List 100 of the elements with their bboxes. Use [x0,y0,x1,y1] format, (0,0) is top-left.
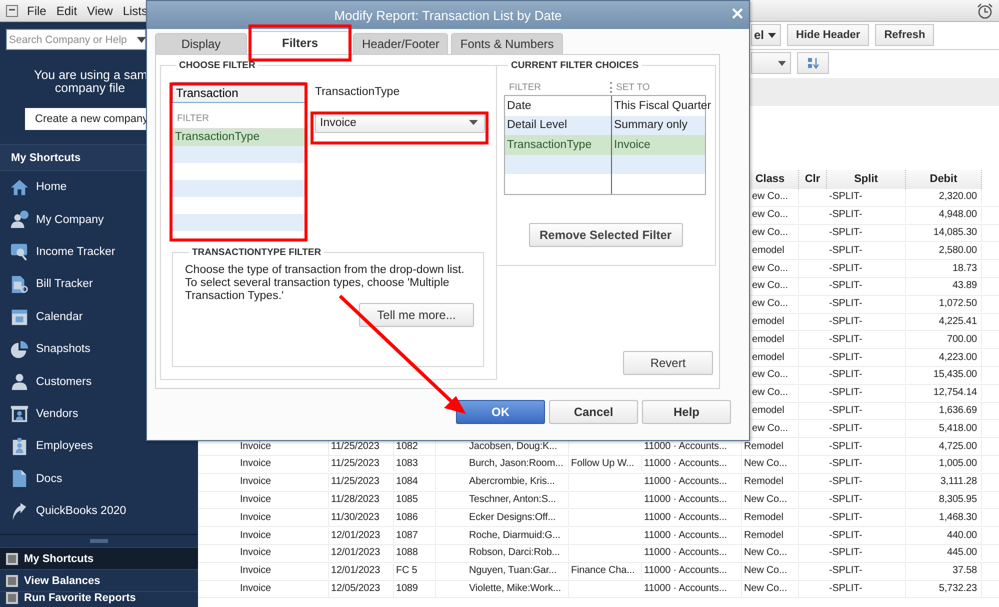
shortcut-item[interactable]: My Company [0,203,198,236]
table-cell: -SPLIT- [827,260,906,277]
shortcut-label: Home [36,181,67,194]
nav-item[interactable]: My Shortcuts [0,547,198,569]
window-icon [6,4,18,16]
column-header[interactable]: Debit [906,170,982,189]
table-cell: 1083 [394,456,436,472]
person-icon [10,372,29,392]
table-cell: 15,435.00 [906,367,982,384]
table-cell: 11000 · Accounts... [642,563,742,580]
column-header: SET TO [610,82,707,92]
tab[interactable]: Filters [250,31,350,54]
table-cell: -SPLIT- [827,189,906,206]
create-company-button[interactable]: Create a new company [25,108,146,130]
report-dropdown[interactable]: el [751,24,782,46]
shortcut-label: Calendar [36,310,83,323]
refresh-button[interactable]: Refresh [875,24,934,46]
badge-icon [10,436,29,456]
sort-button[interactable] [797,52,829,74]
tab[interactable]: Fonts & Numbers [451,33,563,54]
field-label: TransactionType [315,86,401,98]
table-cell: Follow Up W... [569,456,642,472]
shortcut-item[interactable]: QuickBooks 2020 [0,494,198,528]
arrow-icon [10,502,29,521]
table-cell: 3,111.28 [906,474,982,490]
shortcut-item[interactable]: Snapshots [0,332,198,366]
table-cell: 11/25/2023 [329,456,394,472]
table-cell: -SPLIT- [827,545,906,562]
table-cell: 11000 · Accounts... [642,545,742,562]
table-cell: -SPLIT- [827,296,906,312]
table-cell: Invoice [238,510,329,526]
group-title: TRANSACTIONTYPE FILTER [191,247,322,258]
shortcut-label: Vendors [36,408,78,420]
shortcut-item[interactable]: Customers [0,365,198,398]
table-cell: 12/01/2023 [329,563,394,580]
table-cell: 4,725.00 [906,438,982,455]
table-cell: -SPLIT- [827,492,906,508]
table-cell: 5,732.23 [906,580,982,597]
ok-button[interactable]: OK [456,400,545,424]
table-cell: Invoice [238,456,329,472]
table-cell: 12/01/2023 [329,545,394,562]
table-cell: -SPLIT- [827,438,906,455]
tell-me-more-button[interactable]: Tell me more... [359,303,474,327]
table-cell: -SPLIT- [827,207,906,224]
table-cell: 11/30/2023 [329,510,394,526]
shortcut-item[interactable]: Vendors [0,398,198,430]
menu-item[interactable]: View [82,4,118,18]
grip-icon [90,539,108,543]
table-cell: -SPLIT- [827,242,906,259]
filter-list-item[interactable]: TransactionType [172,129,306,146]
search-field[interactable]: Search Company or Help [6,29,146,50]
shortcut-item[interactable]: Home [0,171,198,204]
help-button[interactable]: Help [642,400,731,424]
column-header[interactable]: Clr [799,170,827,189]
table-cell: Remodel [742,510,799,526]
table-cell: New Co... [742,563,799,580]
shortcut-item[interactable]: Docs [0,462,198,495]
nav-item[interactable]: Run Favorite Reports [0,591,198,607]
filter-row[interactable]: TransactionType Invoice [505,135,705,155]
table-cell: Nguyen, Tuan:Gar... [467,563,569,580]
hide-header-button[interactable]: Hide Header [787,24,870,46]
shortcut-label: Income Tracker [36,246,116,258]
table-cell: 1087 [394,528,436,544]
table-cell: Invoice [238,492,329,508]
caret-icon [469,120,478,125]
shortcut-item[interactable]: Employees [0,430,198,463]
table-cell: Burch, Jason:Room... [467,456,569,472]
shortcut-item[interactable]: Calendar [0,300,198,333]
table-cell: 2,320.00 [906,189,982,206]
filter-row[interactable]: Detail Level Summary only [505,116,705,136]
person-icon [10,210,29,230]
table-cell: Violette, Mike:Work... [467,580,569,597]
table-cell: FC 5 [394,563,436,580]
table-cell: 1,072.50 [906,296,982,312]
table-cell: 11/28/2023 [329,492,394,508]
nav-label: Run Favorite Reports [24,592,136,604]
remove-filter-button[interactable]: Remove Selected Filter [528,223,682,247]
table-cell: Invoice [238,474,329,490]
shortcut-label: My Company [36,214,104,226]
document-icon [10,274,29,294]
tab[interactable]: Display [155,33,247,54]
table-cell: Invoice [238,580,329,597]
document-icon [10,469,29,488]
tab[interactable]: Header/Footer [353,33,448,54]
sort-dropdown[interactable] [751,52,791,74]
table-cell: -SPLIT- [827,314,906,330]
table-cell: Invoice [238,563,329,580]
house-icon [10,178,29,197]
revert-button[interactable]: Revert [623,351,713,375]
table-cell: 11000 · Accounts... [642,510,742,526]
column-header[interactable]: Split [827,170,906,189]
cancel-button[interactable]: Cancel [549,400,638,424]
table-cell: 11/25/2023 [329,474,394,490]
table-cell: Roche, Diarmuid:G... [467,528,569,544]
menu-item[interactable]: Edit [51,4,82,18]
table-cell: -SPLIT- [827,367,906,384]
table-cell: 12/01/2023 [329,528,394,544]
menu-item[interactable]: File [22,4,52,18]
table-cell: 1,005.00 [906,456,982,472]
table-cell: New Co... [742,580,799,597]
